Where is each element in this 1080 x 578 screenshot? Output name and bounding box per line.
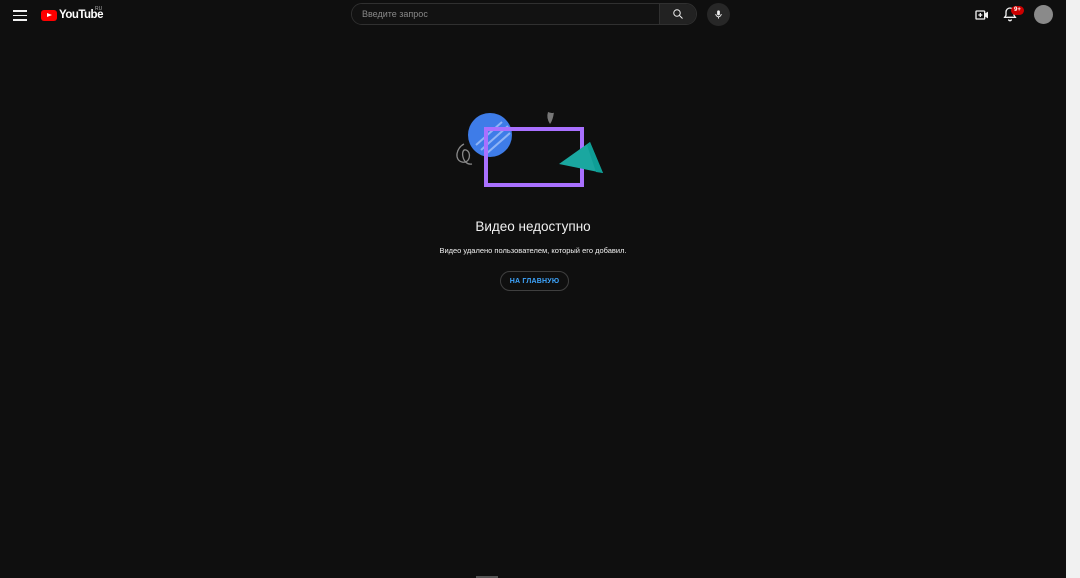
voice-search-button[interactable] xyxy=(707,3,730,26)
notification-badge: 9+ xyxy=(1011,6,1024,15)
logo-country-code: RU xyxy=(95,6,103,12)
unavailable-message: Видео удалено пользователем, который его… xyxy=(439,246,627,255)
scrollbar[interactable] xyxy=(1066,0,1080,578)
create-video-button[interactable] xyxy=(974,7,990,23)
hamburger-menu-icon[interactable] xyxy=(11,7,29,23)
search-icon xyxy=(673,9,683,19)
avatar[interactable] xyxy=(1034,5,1053,24)
search-input[interactable] xyxy=(352,4,659,24)
youtube-play-icon xyxy=(41,9,57,21)
search-button[interactable] xyxy=(659,4,696,24)
home-button[interactable]: НА ГЛАВНУЮ xyxy=(500,271,569,291)
create-video-icon xyxy=(975,10,988,20)
unavailable-illustration xyxy=(450,108,610,190)
page-title: Видео недоступно xyxy=(475,219,591,234)
top-bar: YouTube RU 9+ xyxy=(0,0,1066,29)
youtube-logo[interactable]: YouTube RU xyxy=(41,6,103,23)
search-box xyxy=(351,3,697,25)
microphone-icon xyxy=(715,10,722,19)
